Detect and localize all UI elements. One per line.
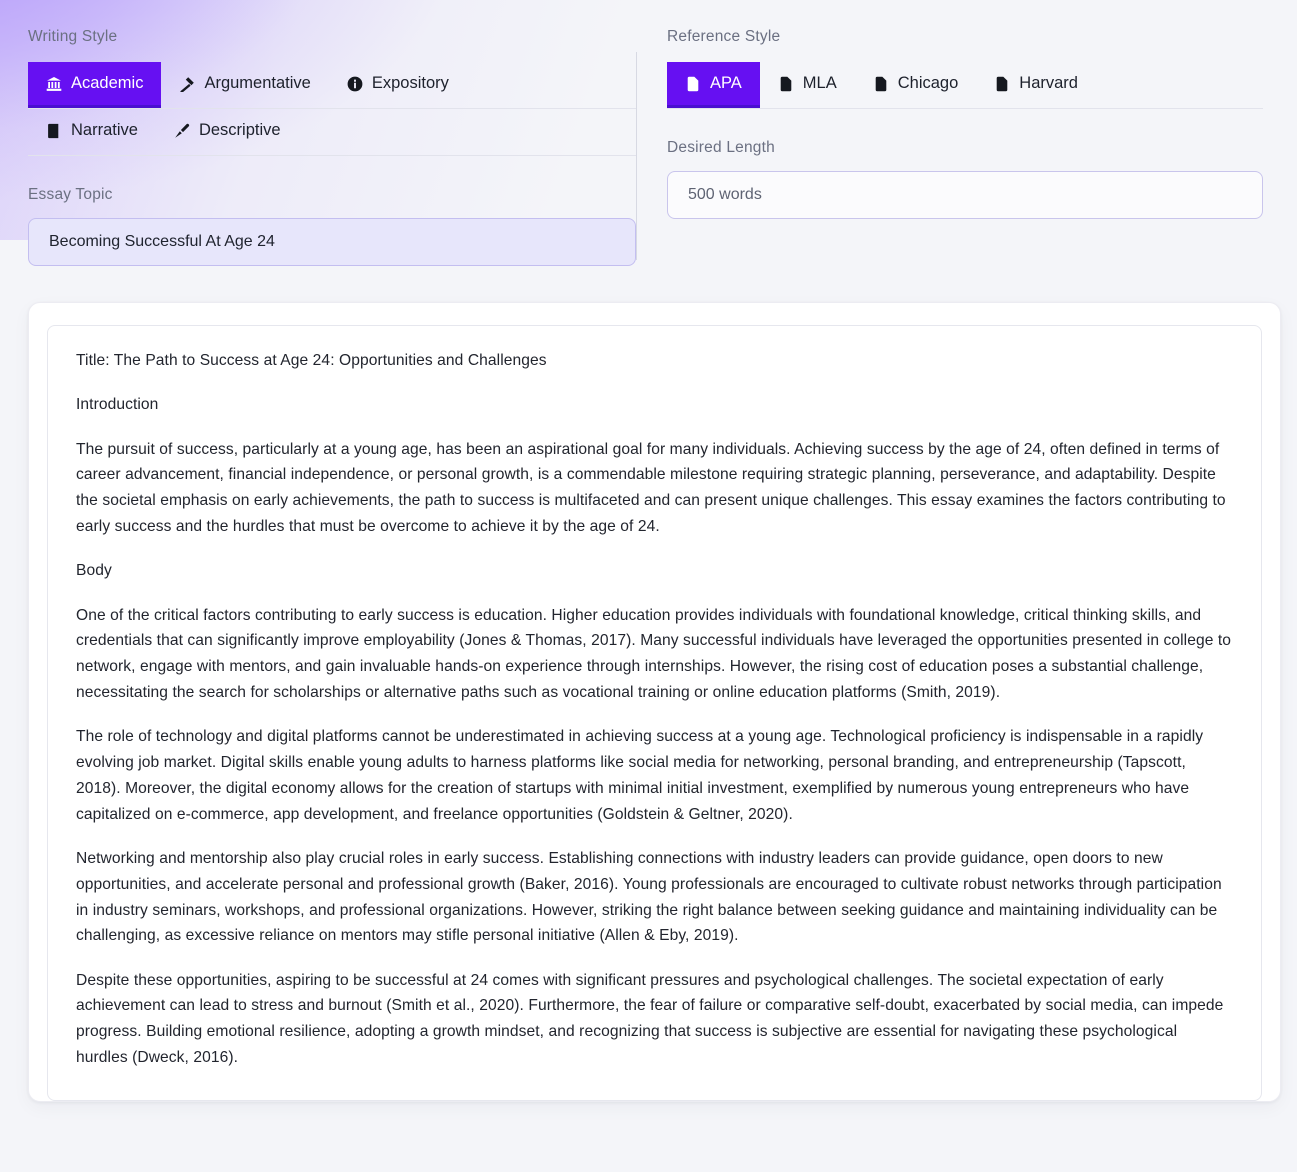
essay-paragraph: Despite these opportunities, aspiring to… <box>76 971 1224 1067</box>
writing-style-option-descriptive[interactable]: Descriptive <box>156 109 299 155</box>
desired-length-input[interactable] <box>667 171 1263 219</box>
essay-paragraph: Title: The Path to Success at Age 24: Op… <box>76 352 547 369</box>
writing-style-option-label: Argumentative <box>204 74 311 93</box>
reference-style-option-label: Harvard <box>1019 74 1078 93</box>
essay-topic-input[interactable] <box>28 218 636 266</box>
writing-style-option-expository[interactable]: Expository <box>329 62 467 108</box>
paintbrush-icon <box>174 122 190 139</box>
reference-style-option-label: APA <box>710 74 742 93</box>
reference-style-option-harvard[interactable]: Harvard <box>976 62 1096 108</box>
writing-style-tabs-row2: Narrative Descriptive <box>28 109 636 156</box>
writing-style-option-label: Narrative <box>71 121 138 140</box>
book-icon <box>46 122 62 139</box>
document-lines-icon <box>778 75 794 92</box>
essay-paragraph: The pursuit of success, particularly at … <box>76 440 1226 535</box>
reference-style-option-label: Chicago <box>897 74 959 93</box>
reference-style-option-mla[interactable]: MLA <box>760 62 855 108</box>
writing-style-option-label: Expository <box>371 74 449 93</box>
essay-paragraph: One of the critical factors contributing… <box>76 606 1232 701</box>
reference-settings-column: Reference Style APA MLA Chicago Harvard … <box>637 28 1263 266</box>
desired-length-block: Desired Length <box>667 139 1263 219</box>
reference-style-tabs: APA MLA Chicago Harvard <box>667 62 1263 109</box>
reference-style-option-chicago[interactable]: Chicago <box>855 62 977 108</box>
writing-style-label: Writing Style <box>28 28 118 45</box>
writing-style-option-label: Academic <box>71 74 144 93</box>
document-icon <box>873 75 889 92</box>
document-icon <box>994 75 1010 92</box>
reference-style-option-label: MLA <box>802 74 837 93</box>
essay-generator-page: Writing Style Academic Argumentative Exp… <box>0 0 1297 1172</box>
desired-length-label: Desired Length <box>667 139 775 156</box>
reference-style-label: Reference Style <box>667 28 781 45</box>
essay-topic-block: Essay Topic <box>28 186 636 266</box>
writing-style-option-argumentative[interactable]: Argumentative <box>161 62 328 108</box>
writing-style-tabs: Academic Argumentative Expository <box>28 62 636 109</box>
essay-paragraph: The role of technology and digital platf… <box>76 728 1204 823</box>
essay-topic-label: Essay Topic <box>28 186 113 203</box>
settings-panel: Writing Style Academic Argumentative Exp… <box>0 0 1297 266</box>
essay-paragraph: Body <box>76 562 112 580</box>
essay-paragraph: Networking and mentorship also play cruc… <box>76 849 1222 945</box>
writing-style-option-label: Descriptive <box>198 121 281 140</box>
document-lines-icon <box>685 75 701 92</box>
writing-style-option-narrative[interactable]: Narrative <box>28 109 156 155</box>
essay-text-area[interactable]: Title: The Path to Success at Age 24: Op… <box>47 325 1262 1101</box>
bank-icon <box>46 75 62 92</box>
essay-output-card: Title: The Path to Success at Age 24: Op… <box>28 302 1281 1102</box>
writing-settings-column: Writing Style Academic Argumentative Exp… <box>28 28 636 266</box>
reference-style-option-apa[interactable]: APA <box>667 62 760 108</box>
writing-style-option-academic[interactable]: Academic <box>28 62 162 108</box>
info-circle-icon <box>347 75 363 92</box>
essay-paragraph: Introduction <box>76 396 159 414</box>
gavel-icon <box>179 75 195 92</box>
